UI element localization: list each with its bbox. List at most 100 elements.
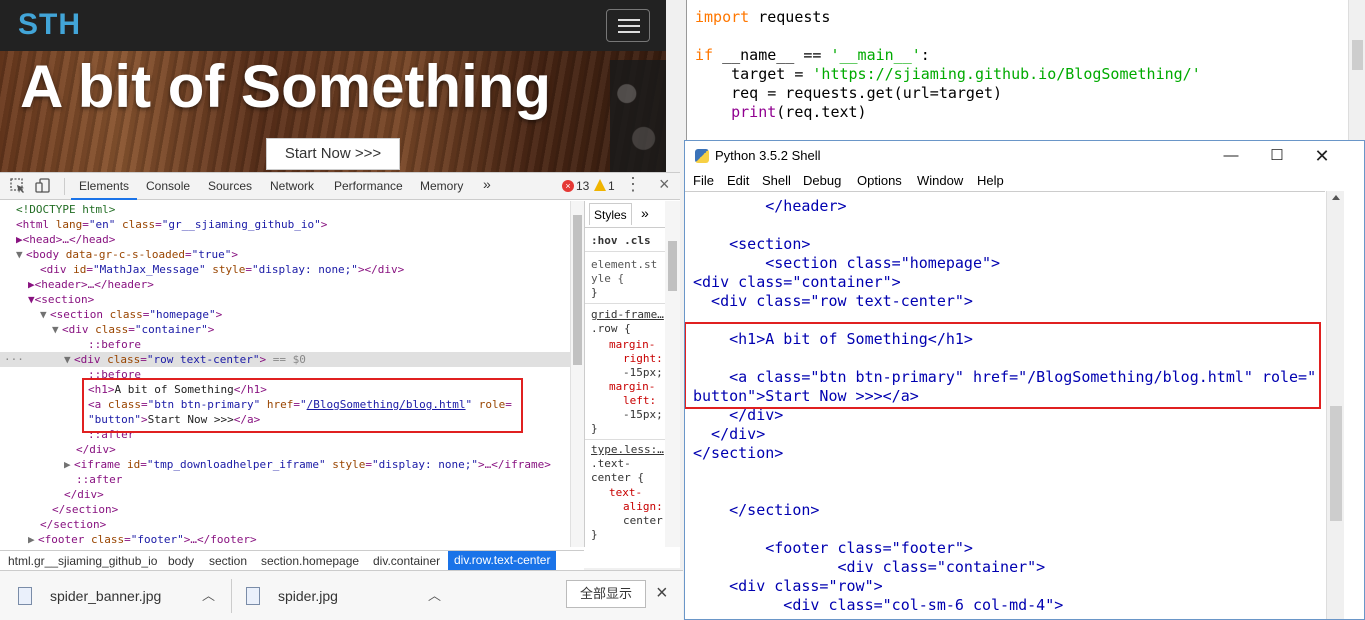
tab-styles[interactable]: Styles [589, 203, 632, 225]
menu-edit[interactable]: Edit [727, 173, 749, 188]
style-value[interactable]: center [623, 514, 663, 528]
dom-tree-scrollbar[interactable] [570, 201, 584, 547]
window-titlebar[interactable]: Python 3.5.2 Shell — ☐ ✕ [685, 141, 1364, 171]
scrollbar-thumb[interactable] [1352, 40, 1363, 70]
device-toolbar-icon[interactable] [34, 177, 52, 195]
dom-node-selected[interactable]: ▼ <div class="row text-center"> == $0 [64, 352, 306, 367]
tab-console[interactable]: Console [146, 179, 190, 193]
styles-scrollbar[interactable] [665, 201, 680, 547]
warning-count[interactable]: 1 [608, 179, 615, 193]
divider [231, 579, 232, 613]
chevron-up-icon[interactable]: ︿ [202, 585, 215, 604]
code-line[interactable]: target = 'https://sjiaming.github.io/Blo… [695, 65, 1201, 83]
more-tabs-button[interactable]: » [483, 176, 491, 192]
style-rule-text: } [591, 528, 598, 541]
style-prop[interactable]: margin- [609, 380, 655, 394]
dom-node[interactable]: <div id="MathJax_Message" style="display… [40, 262, 404, 277]
chevron-up-icon[interactable]: ︿ [428, 585, 441, 604]
tab-elements[interactable]: Elements [70, 179, 138, 200]
dom-node[interactable]: ▼ <section class="homepage"> [40, 307, 222, 322]
menu-shell[interactable]: Shell [762, 173, 791, 188]
dom-node[interactable]: ▶<header>…</header> [28, 277, 154, 292]
shell-line: </header> [693, 197, 847, 215]
code-line[interactable]: print(req.text) [695, 103, 866, 121]
breadcrumb-item[interactable]: body [168, 554, 194, 568]
menu-file[interactable]: File [693, 173, 714, 188]
devtools-panel: Elements Console Sources Network Perform… [0, 172, 680, 570]
breadcrumb-item[interactable]: div.container [373, 554, 440, 568]
styles-more-button[interactable]: » [641, 201, 649, 225]
image-file-icon [246, 587, 260, 605]
editor-scrollbar[interactable] [1348, 0, 1365, 142]
scrollbar-thumb[interactable] [573, 215, 582, 365]
ellipsis-icon[interactable]: ··· [4, 352, 24, 367]
style-prop[interactable]: right: [623, 352, 663, 366]
download-filename[interactable]: spider_banner.jpg [50, 588, 161, 604]
hamburger-bar-icon [618, 19, 640, 21]
hamburger-menu-button[interactable] [606, 9, 650, 42]
minimize-icon[interactable]: — [1219, 145, 1243, 167]
dom-node[interactable]: ▶ <iframe id="tmp_downloadhelper_iframe" … [64, 457, 551, 472]
dom-node[interactable]: ▼ <body data-gr-c-s-loaded="true"> [16, 247, 238, 262]
dom-node[interactable]: ▼ <div class="container"> [52, 322, 214, 337]
scroll-up-icon[interactable] [1332, 195, 1340, 200]
dom-pseudo[interactable]: ::before [88, 337, 141, 352]
dom-node[interactable]: <html lang="en" class="gr__sjiaming_gith… [16, 217, 327, 232]
dom-node[interactable]: </div> [76, 442, 116, 457]
shell-output[interactable]: </header> <section> <section class="home… [685, 191, 1325, 619]
download-item[interactable]: spider.jpg ︿ [246, 581, 446, 611]
menu-options[interactable]: Options [857, 173, 902, 188]
close-download-bar-icon[interactable]: × [656, 582, 668, 605]
maximize-icon[interactable]: ☐ [1265, 145, 1289, 167]
scrollbar-thumb[interactable] [668, 241, 677, 291]
dom-pseudo[interactable]: ::after [76, 472, 122, 487]
menu-window[interactable]: Window [917, 173, 963, 188]
style-value[interactable]: -15px; [623, 366, 663, 380]
menu-debug[interactable]: Debug [803, 173, 841, 188]
dom-node[interactable]: ▶ <footer class="footer">…</footer> [28, 532, 257, 547]
tab-sources[interactable]: Sources [208, 179, 252, 193]
site-brand-logo[interactable]: STH [18, 8, 81, 42]
code-editor[interactable]: import requests if __name__ == '__main__… [686, 0, 1365, 142]
close-icon[interactable]: ✕ [1310, 145, 1334, 167]
code-line[interactable]: import requests [695, 8, 830, 26]
breadcrumb-item-active[interactable]: div.row.text-center [448, 551, 557, 570]
start-now-button[interactable]: Start Now >>> [266, 138, 400, 170]
style-value[interactable]: -15px; [623, 408, 663, 422]
shell-scrollbar[interactable] [1326, 191, 1344, 619]
dom-node[interactable]: <!DOCTYPE html> [16, 202, 115, 217]
menu-bar: File Edit Shell Debug Options Window Hel… [685, 171, 1364, 191]
devtools-menu-icon[interactable]: ⋮ [624, 174, 642, 195]
show-all-button[interactable]: 全部显示 [566, 580, 646, 608]
dom-node[interactable]: ▼<section> [28, 292, 94, 307]
dom-node[interactable]: ▶<head>…</head> [16, 232, 115, 247]
download-filename[interactable]: spider.jpg [278, 588, 338, 604]
hov-cls-toggle[interactable]: :hov .cls [591, 234, 651, 248]
code-line[interactable]: if __name__ == '__main__': [695, 46, 930, 64]
style-rule-text: } [591, 422, 598, 435]
breadcrumb-item[interactable]: section [209, 554, 247, 568]
error-count[interactable]: 13 [576, 179, 589, 193]
breadcrumb-item[interactable]: section.homepage [261, 554, 359, 568]
inspect-element-icon[interactable] [9, 177, 27, 195]
dom-node[interactable]: </section> [40, 517, 106, 532]
style-prop[interactable]: align: [623, 500, 663, 514]
style-prop[interactable]: text- [609, 486, 642, 500]
dom-node[interactable]: </section> [52, 502, 118, 517]
dom-node[interactable]: </div> [64, 487, 104, 502]
breadcrumb-item[interactable]: html.gr__sjiaming_github_io [8, 554, 157, 568]
stylesheet-link[interactable]: grid-frame… [591, 308, 664, 322]
download-item[interactable]: spider_banner.jpg ︿ [18, 581, 218, 611]
tab-network[interactable]: Network [270, 179, 314, 193]
scrollbar-thumb[interactable] [1330, 406, 1342, 521]
code-line[interactable]: req = requests.get(url=target) [695, 84, 1002, 102]
tab-performance[interactable]: Performance [334, 179, 403, 193]
stylesheet-link[interactable]: type.less:… [591, 443, 664, 457]
tab-memory[interactable]: Memory [420, 179, 463, 193]
style-prop[interactable]: margin- [609, 338, 655, 352]
shell-line: </section> [693, 444, 784, 462]
close-devtools-icon[interactable]: × [659, 174, 670, 195]
style-prop[interactable]: left: [623, 394, 656, 408]
hamburger-bar-icon [618, 25, 640, 27]
menu-help[interactable]: Help [977, 173, 1004, 188]
